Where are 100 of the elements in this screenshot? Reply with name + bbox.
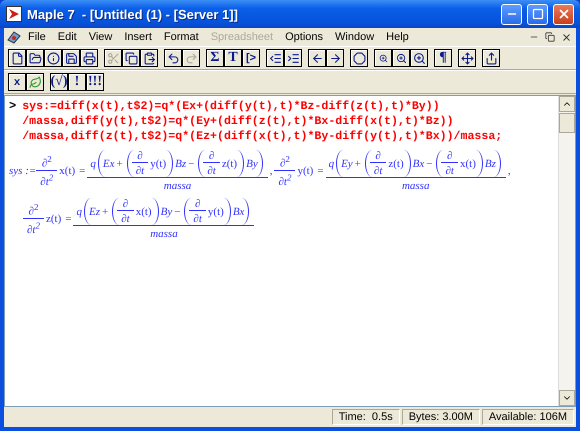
- restore-icon: [545, 32, 555, 42]
- toolbar-button[interactable]: [44, 49, 62, 67]
- octagon-icon: [352, 52, 366, 64]
- document-icon: [6, 30, 22, 44]
- vertical-scrollbar[interactable]: [558, 96, 575, 406]
- info-icon: [46, 52, 60, 64]
- minus-sign: −: [187, 158, 196, 170]
- close-button[interactable]: [553, 4, 574, 24]
- derivative-fraction: ∂ ∂t: [370, 150, 386, 177]
- toolbar-button[interactable]: (√): [50, 73, 68, 91]
- equals-sign: =: [64, 213, 72, 225]
- scroll-down-button[interactable]: [559, 390, 575, 406]
- scroll-up-button[interactable]: [559, 96, 575, 112]
- input-code-line: /massa,diff(z(t),t$2)=q*(Ez+(diff(x(t),t)*By-diff(y(t),t)*Bx))/massa;: [22, 129, 502, 144]
- equals-sign: =: [316, 165, 325, 177]
- output-label: sys :=: [9, 165, 36, 177]
- function-name: z(t): [387, 158, 405, 170]
- four-arrows-icon: [460, 52, 474, 64]
- menu-item[interactable]: Edit: [52, 30, 83, 44]
- outdent-icon: [268, 52, 282, 64]
- toolbar-button[interactable]: T: [224, 49, 242, 67]
- app-icon: [6, 6, 22, 22]
- toolbar-button[interactable]: [164, 49, 182, 67]
- printer-icon: [82, 52, 96, 64]
- coefficient: q: [328, 158, 334, 170]
- maximize-button[interactable]: [527, 4, 548, 24]
- status-field: Time: 0.5s: [332, 409, 400, 425]
- toolbar-button[interactable]: [266, 49, 284, 67]
- toolbar-button[interactable]: [140, 49, 158, 67]
- toolbar-button[interactable]: [458, 49, 476, 67]
- menu-item[interactable]: File: [22, 30, 52, 44]
- menu-item[interactable]: Insert: [118, 30, 158, 44]
- scroll-thumb[interactable]: [559, 113, 575, 133]
- field-symbol: Ex: [102, 158, 114, 170]
- function-name: x(t): [458, 158, 477, 170]
- close-icon: [560, 32, 572, 42]
- toolbar-button[interactable]: [>: [242, 49, 260, 67]
- status-field: Available: 106M: [482, 409, 574, 425]
- derivative-fraction: ∂ ∂t: [203, 150, 220, 177]
- function-name: y(t): [149, 158, 168, 170]
- derivative-fraction: ∂ ∂t: [189, 198, 206, 225]
- coefficient: q: [76, 206, 82, 218]
- folder-icon: [28, 52, 42, 64]
- second-derivative-fraction: ∂$^{2}$ ∂t$^{2}$: [274, 154, 296, 188]
- toolbar-button[interactable]: [80, 49, 98, 67]
- field-symbol: Bx: [412, 158, 424, 170]
- comma: ,: [268, 165, 274, 177]
- menu-item[interactable]: Format: [158, 30, 205, 44]
- toolbar-button[interactable]: Σ: [206, 49, 224, 67]
- menu-item[interactable]: Window: [329, 30, 380, 44]
- status-field: Bytes: 3.00M: [402, 409, 480, 425]
- field-symbol: By: [160, 206, 172, 218]
- minus-sign: −: [425, 158, 434, 170]
- plus-sign: +: [354, 158, 362, 170]
- menu-item[interactable]: View: [82, 30, 118, 44]
- toolbar-button[interactable]: [26, 49, 44, 67]
- denominator: massa: [150, 228, 178, 240]
- toolbar-button[interactable]: [122, 49, 140, 67]
- toolbar-button[interactable]: [410, 49, 428, 67]
- zoom-icon: [396, 52, 406, 64]
- toolbar-button[interactable]: [326, 49, 344, 67]
- plus-sign: +: [116, 158, 124, 170]
- undo-icon: [166, 52, 180, 64]
- floppy-icon: [64, 52, 78, 64]
- toolbar-button[interactable]: [482, 49, 500, 67]
- function-name: z(t): [45, 213, 62, 225]
- plus-sign: +: [100, 206, 110, 218]
- equals-sign: =: [78, 165, 86, 177]
- toolbar-button[interactable]: [350, 49, 368, 67]
- toolbar-button[interactable]: [392, 49, 410, 67]
- export-icon: [484, 52, 498, 64]
- field-symbol: Ez: [88, 206, 100, 218]
- toolbar-button[interactable]: [374, 49, 392, 67]
- menu-item[interactable]: Help: [380, 30, 415, 44]
- minimize-button[interactable]: [501, 4, 522, 24]
- toolbar-button[interactable]: ¶: [434, 49, 452, 67]
- toolbar-button[interactable]: [62, 49, 80, 67]
- comma: ,: [506, 165, 512, 177]
- input-code-line: /massa,diff(y(t),t$2)=q*(Ey+(diff(z(t),t)*Bx-diff(x(t),t)*Bz)): [22, 114, 455, 129]
- coefficient: q: [90, 158, 96, 170]
- toolbar-button[interactable]: [284, 49, 302, 67]
- function-name: y(t): [296, 165, 314, 177]
- function-name: x(t): [58, 165, 76, 177]
- toolbar-button[interactable]: !!!: [86, 73, 104, 91]
- toolbar-button[interactable]: [8, 49, 26, 67]
- second-derivative-fraction: ∂$^{2}$ ∂t$^{2}$: [23, 202, 44, 236]
- indent-icon: [286, 52, 300, 64]
- toolbar-button[interactable]: !: [68, 73, 86, 91]
- field-symbol: Bx: [232, 206, 244, 218]
- toolbar-button[interactable]: [26, 73, 44, 91]
- menu-item[interactable]: Options: [279, 30, 330, 44]
- derivative-fraction: ∂ ∂t: [117, 198, 134, 225]
- field-symbol: Bz: [175, 158, 186, 170]
- right-arrow-icon: [328, 52, 342, 64]
- zoom-icon: [378, 54, 388, 62]
- toolbar-button[interactable]: [308, 49, 326, 67]
- maximize-icon: [532, 8, 544, 20]
- copy-icon: [124, 52, 138, 64]
- toolbar-button[interactable]: x: [8, 73, 26, 91]
- zoom-icon: [412, 52, 426, 64]
